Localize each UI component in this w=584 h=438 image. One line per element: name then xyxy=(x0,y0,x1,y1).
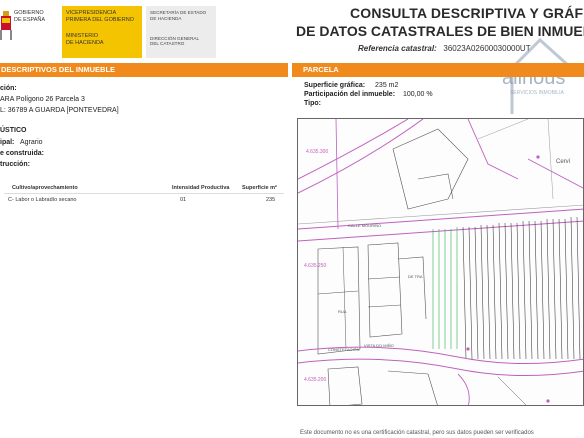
col-cultivo: Cultivo/aprovechamiento xyxy=(12,185,78,191)
participacion-row: Participación del inmueble: 100,00 % xyxy=(304,91,433,98)
address-line-1: ARA Polígono 26 Parcela 3 xyxy=(0,96,85,103)
coat-of-arms-icon xyxy=(0,11,12,40)
cell-superficie: 235 xyxy=(266,197,276,203)
parcela-header: PARCELA xyxy=(292,63,584,77)
footer-note: Este documento no es una certificación c… xyxy=(300,430,534,436)
secretaria-line-2: DE HACIENDA xyxy=(150,15,182,21)
ref-label: Referencia catastral: xyxy=(358,44,437,53)
cell-cultivo: C- Labor o Labradío secano xyxy=(8,197,77,203)
superficie-construida-label: e construida: xyxy=(0,150,44,157)
watermark-tagline: SERVICIOS INMOBILIA xyxy=(510,90,564,96)
map-street-3: CONSTELACIÓN xyxy=(328,347,360,352)
participacion-value: 100,00 % xyxy=(402,91,433,98)
datos-descriptivos-header: DESCRIPTIVOS DEL INMUEBLE xyxy=(0,63,288,77)
map-coord-2: 4.635.250 xyxy=(304,263,327,269)
direccion-line-2: DEL CATASTRO xyxy=(150,41,185,47)
address-line-2: L: 36789 A GUARDA [PONTEVEDRA] xyxy=(0,107,119,114)
cell-intensidad: 01 xyxy=(180,197,187,203)
superficie-grafica-row: Superficie gráfica: 235 m2 xyxy=(304,82,398,89)
participacion-label: Participación del inmueble: xyxy=(304,91,396,98)
superficie-grafica-value: 235 m2 xyxy=(375,82,399,89)
map-street-2: VISTA DO MIÑO xyxy=(364,343,394,348)
anio-construccion-label: trucción: xyxy=(0,161,30,168)
map-place-label: Cerví xyxy=(556,159,571,165)
col-superficie: Superficie m² xyxy=(242,185,277,191)
secretaria-line-1: SECRETARÍA DE ESTADO xyxy=(150,10,207,15)
table-divider xyxy=(4,193,284,194)
uso-value: Agrario xyxy=(20,139,43,146)
map-drawing xyxy=(298,119,583,405)
cadastral-map[interactable]: 4.635.300 4.635.250 4.635.200 Cerví CALL… xyxy=(297,118,584,406)
map-street-4: RUA xyxy=(338,309,347,314)
tipo-row: Tipo: xyxy=(304,100,321,107)
col-intensidad: Intensidad Productiva xyxy=(172,185,230,191)
map-street-1: CALLE MOURIÑO xyxy=(348,223,382,228)
vp-line-2: PRIMERA DEL GOBIERNO xyxy=(66,16,134,23)
gov-line-2: DE ESPAÑA xyxy=(14,16,46,23)
superficie-grafica-label: Superficie gráfica: xyxy=(304,82,366,89)
page-title-line-1: CONSULTA DESCRIPTIVA Y GRÁFICA xyxy=(350,5,584,21)
map-coord-1: 4.635.300 xyxy=(306,149,329,155)
ministry-line-2: DE HACIENDA xyxy=(66,39,104,46)
clase-label: ÚSTICO xyxy=(0,127,27,134)
map-coord-3: 4.635.200 xyxy=(304,377,327,383)
tipo-label: Tipo: xyxy=(304,100,321,107)
secretaria-block: SECRETARÍA DE ESTADO DE HACIENDA DIRECCI… xyxy=(146,6,216,58)
uso-label: ipal: xyxy=(0,139,15,146)
gobierno-label: GOBIERNO DE ESPAÑA xyxy=(14,10,60,54)
localizacion-label: ción: xyxy=(0,85,17,92)
map-street-5: DE TRA xyxy=(408,274,423,279)
vicepresidencia-block: VICEPRESIDENCIA PRIMERA DEL GOBIERNO MIN… xyxy=(62,6,142,58)
